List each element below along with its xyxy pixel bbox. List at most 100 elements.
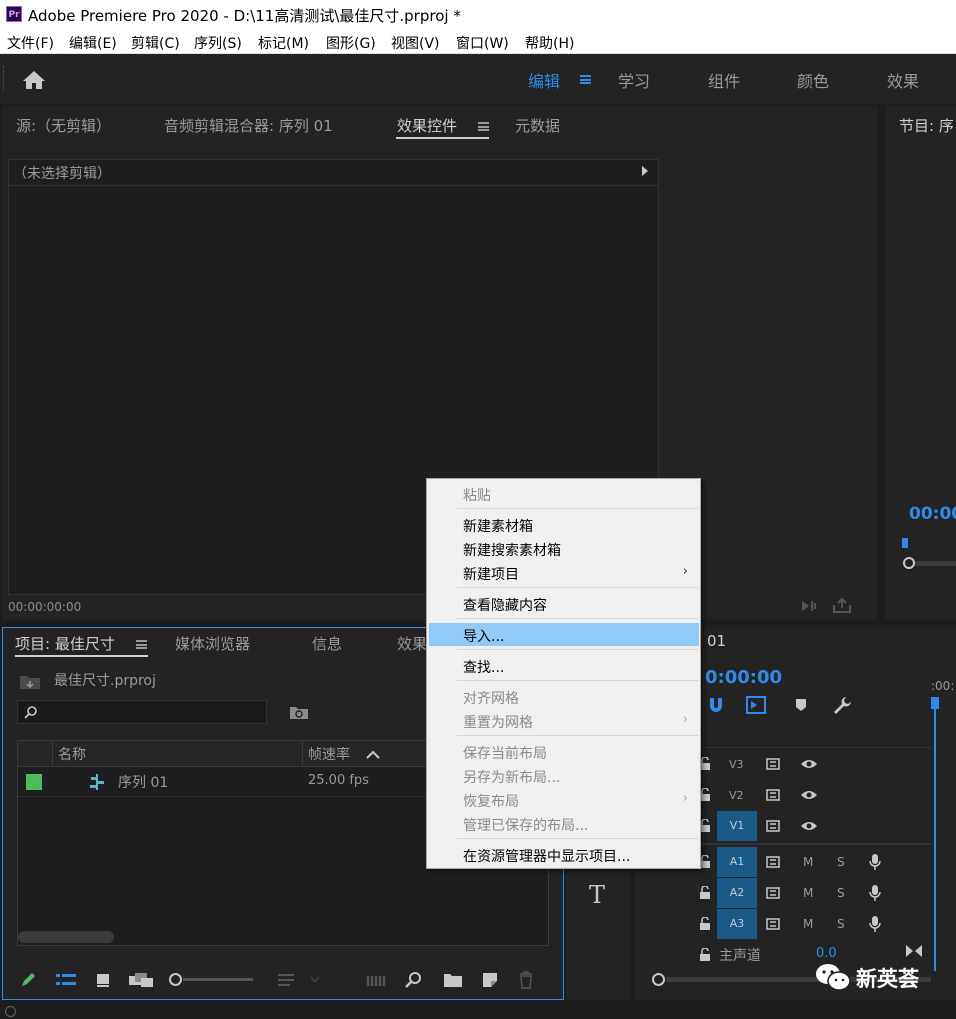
menu-item-restore-layout[interactable]: 恢复布局 [463, 791, 519, 811]
horizontal-scrollbar[interactable] [18, 931, 114, 943]
zoom-slider-handle[interactable] [169, 973, 182, 986]
menu-item-save-as-new-layout[interactable]: 另存为新布局... [463, 767, 560, 787]
export-frame-icon[interactable] [832, 597, 852, 614]
sync-lock-icon[interactable] [766, 917, 782, 931]
mute-button[interactable]: M [803, 917, 813, 931]
write-protect-pencil-icon[interactable] [19, 971, 37, 989]
timeline-zoom-handle[interactable] [652, 973, 665, 986]
workspace-tab-assembly[interactable]: 组件 [708, 68, 740, 92]
menu-item-find[interactable]: 查找... [463, 657, 504, 677]
zoom-handle[interactable] [903, 557, 915, 569]
sync-lock-icon[interactable] [766, 886, 782, 900]
sync-lock-icon[interactable] [766, 855, 782, 869]
menu-item-import[interactable]: 导入... [463, 626, 504, 646]
menu-item-new-item[interactable]: 新建项目 [463, 564, 519, 584]
tab-audio-clip-mixer[interactable]: 音频剪辑混合器: 序列 01 [164, 115, 333, 136]
icon-view-icon[interactable] [95, 972, 111, 988]
tab-effect-controls[interactable]: 效果控件 [397, 115, 457, 136]
menu-item-save-layout[interactable]: 保存当前布局 [463, 743, 547, 763]
home-icon[interactable] [22, 70, 46, 90]
eye-icon[interactable] [800, 820, 818, 832]
program-timecode[interactable]: 00:00 [909, 504, 956, 524]
lock-icon[interactable] [699, 917, 711, 931]
sync-lock-icon[interactable] [766, 788, 782, 802]
track-target-a3[interactable]: A3 [717, 909, 757, 939]
tab-info[interactable]: 信息 [312, 633, 342, 654]
sync-lock-icon[interactable] [766, 757, 782, 771]
mute-button[interactable]: M [803, 886, 813, 900]
add-marker-icon[interactable] [794, 697, 808, 713]
mute-button[interactable]: M [803, 855, 813, 869]
sort-icons-icon[interactable] [277, 973, 323, 987]
track-label-v2[interactable]: V2 [729, 789, 744, 802]
timeline-timecode[interactable]: 0:00:00 [705, 667, 782, 688]
workspace-tab-effects[interactable]: 效果 [887, 68, 919, 92]
workspace-menu-icon[interactable] [580, 75, 591, 84]
column-header-fps[interactable]: 帧速率 [308, 744, 350, 764]
solo-button[interactable]: S [837, 917, 845, 931]
timeline-playhead-head[interactable] [931, 697, 939, 709]
track-target-v1[interactable]: V1 [717, 811, 757, 841]
sort-ascending-icon[interactable] [366, 750, 380, 759]
eye-icon[interactable] [800, 758, 818, 770]
type-tool-icon[interactable]: T [589, 881, 605, 909]
tab-effects[interactable]: 效果 [397, 633, 427, 654]
panel-menu-icon[interactable] [478, 122, 489, 131]
tab-media-browser[interactable]: 媒体浏览器 [175, 633, 250, 654]
solo-button[interactable]: S [837, 886, 845, 900]
menu-help[interactable]: 帮助(H) [525, 33, 574, 53]
automate-to-sequence-icon[interactable] [366, 973, 388, 987]
tab-source[interactable]: 源:（无剪辑） [16, 115, 111, 136]
menu-graphics[interactable]: 图形(G) [326, 33, 376, 53]
microphone-icon[interactable] [869, 853, 881, 871]
new-bin-icon[interactable] [443, 972, 463, 988]
track-target-a2[interactable]: A2 [717, 878, 757, 908]
menu-file[interactable]: 文件(F) [7, 33, 54, 53]
list-view-icon[interactable] [55, 972, 77, 988]
workspace-tab-learn[interactable]: 学习 [618, 68, 650, 92]
menu-marker[interactable]: 标记(M) [258, 33, 309, 53]
go-to-edit-point-icon[interactable] [905, 944, 923, 958]
project-search-input[interactable] [17, 700, 267, 724]
workspace-tab-edit[interactable]: 编辑 [528, 68, 560, 92]
menu-item-paste[interactable]: 粘贴 [463, 485, 491, 505]
track-label-v3[interactable]: V3 [729, 758, 744, 771]
menu-item-view-hidden[interactable]: 查看隐藏内容 [463, 595, 547, 615]
menu-item-new-bin[interactable]: 新建素材箱 [463, 516, 533, 536]
menu-sequence[interactable]: 序列(S) [194, 33, 242, 53]
label-color-swatch[interactable] [26, 774, 42, 790]
lock-icon[interactable] [699, 886, 711, 900]
zoom-scrollbar[interactable] [915, 561, 956, 566]
project-panel-menu-icon[interactable] [136, 640, 147, 649]
settings-wrench-icon[interactable] [832, 695, 852, 715]
zoom-slider-track[interactable] [183, 978, 253, 981]
play-audio-icon[interactable] [800, 598, 820, 614]
menu-item-manage-layouts[interactable]: 管理已保存的布局... [463, 815, 588, 835]
workspace-tab-color[interactable]: 颜色 [797, 68, 829, 92]
menu-view[interactable]: 视图(V) [391, 33, 440, 53]
linked-selection-icon[interactable] [745, 695, 767, 715]
menu-edit[interactable]: 编辑(E) [69, 33, 117, 53]
lock-icon[interactable] [699, 948, 711, 962]
playhead-marker[interactable] [902, 538, 908, 548]
tab-metadata[interactable]: 元数据 [515, 115, 560, 136]
track-target-a1[interactable]: A1 [717, 847, 757, 877]
eye-icon[interactable] [800, 789, 818, 801]
menu-window[interactable]: 窗口(W) [456, 33, 509, 53]
microphone-icon[interactable] [869, 884, 881, 902]
tab-project[interactable]: 项目: 最佳尺寸 [15, 633, 115, 654]
new-item-icon[interactable] [481, 971, 499, 989]
microphone-icon[interactable] [869, 915, 881, 933]
sync-lock-icon[interactable] [766, 819, 782, 833]
snap-magnet-icon[interactable] [707, 696, 725, 714]
sequence-name[interactable]: 序列 01 [118, 772, 168, 792]
find-icon[interactable] [405, 971, 423, 989]
solo-button[interactable]: S [837, 855, 845, 869]
expand-arrow-icon[interactable] [642, 166, 648, 176]
menu-item-align-to-grid[interactable]: 对齐网格 [463, 688, 519, 708]
column-header-name[interactable]: 名称 [58, 744, 86, 764]
freeform-view-icon[interactable] [128, 972, 154, 988]
menu-item-new-search-bin[interactable]: 新建搜索素材箱 [463, 540, 561, 560]
new-search-bin-icon[interactable] [289, 704, 309, 720]
trash-icon[interactable] [518, 971, 534, 989]
